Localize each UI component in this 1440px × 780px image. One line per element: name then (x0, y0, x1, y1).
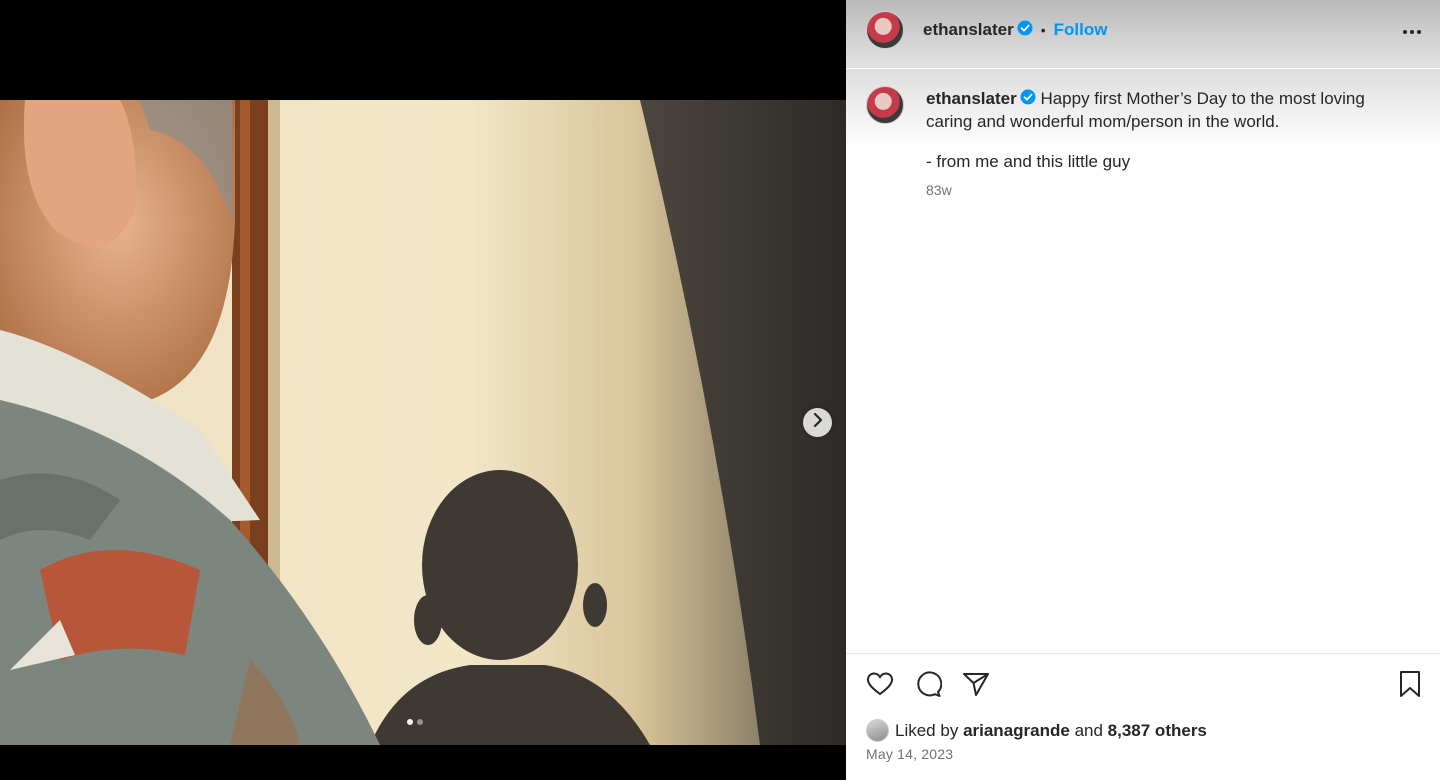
carousel-dot (417, 719, 423, 725)
post-age[interactable]: 83w (926, 182, 952, 198)
verified-badge-icon (1017, 20, 1033, 41)
likes-summary: Liked by arianagrande and 8,387 others (866, 719, 1207, 742)
share-icon[interactable] (962, 670, 990, 703)
liked-prefix: Liked by (895, 720, 959, 740)
post-date[interactable]: May 14, 2023 (866, 746, 953, 762)
caption-text: ethanslater Happy first Mother’s Day to … (926, 88, 1406, 133)
post-photo (0, 100, 846, 745)
verified-badge-icon (1020, 89, 1036, 111)
carousel-dot-active (407, 719, 413, 725)
author-avatar[interactable] (866, 11, 904, 49)
caption-username[interactable]: ethanslater (926, 89, 1017, 108)
chevron-right-icon (812, 412, 824, 432)
post-header: ethanslater • Follow (846, 0, 1440, 68)
liker-avatar[interactable] (866, 719, 889, 742)
header-separator: • (1040, 22, 1046, 38)
next-slide-button[interactable] (803, 408, 832, 437)
bookmark-icon[interactable] (1398, 670, 1422, 703)
comment-icon[interactable] (914, 670, 943, 703)
post-details-panel: ethanslater • Follow ethanslater Happy f… (846, 0, 1440, 780)
author-username[interactable]: ethanslater (923, 20, 1014, 40)
caption-section: ethanslater Happy first Mother’s Day to … (846, 69, 1440, 149)
liked-others-link[interactable]: 8,387 others (1108, 721, 1207, 741)
caption-author-avatar[interactable] (866, 86, 904, 124)
follow-button[interactable]: Follow (1054, 20, 1108, 40)
heart-icon[interactable] (866, 670, 894, 703)
action-bar (866, 670, 1422, 700)
caption-signoff: - from me and this little guy (926, 152, 1131, 171)
carousel-indicator (407, 719, 423, 725)
liked-user-link[interactable]: arianagrande (963, 721, 1070, 741)
divider (846, 653, 1440, 654)
liked-and: and (1074, 720, 1103, 740)
post-media[interactable] (0, 0, 846, 780)
more-options-icon[interactable] (1402, 22, 1422, 40)
